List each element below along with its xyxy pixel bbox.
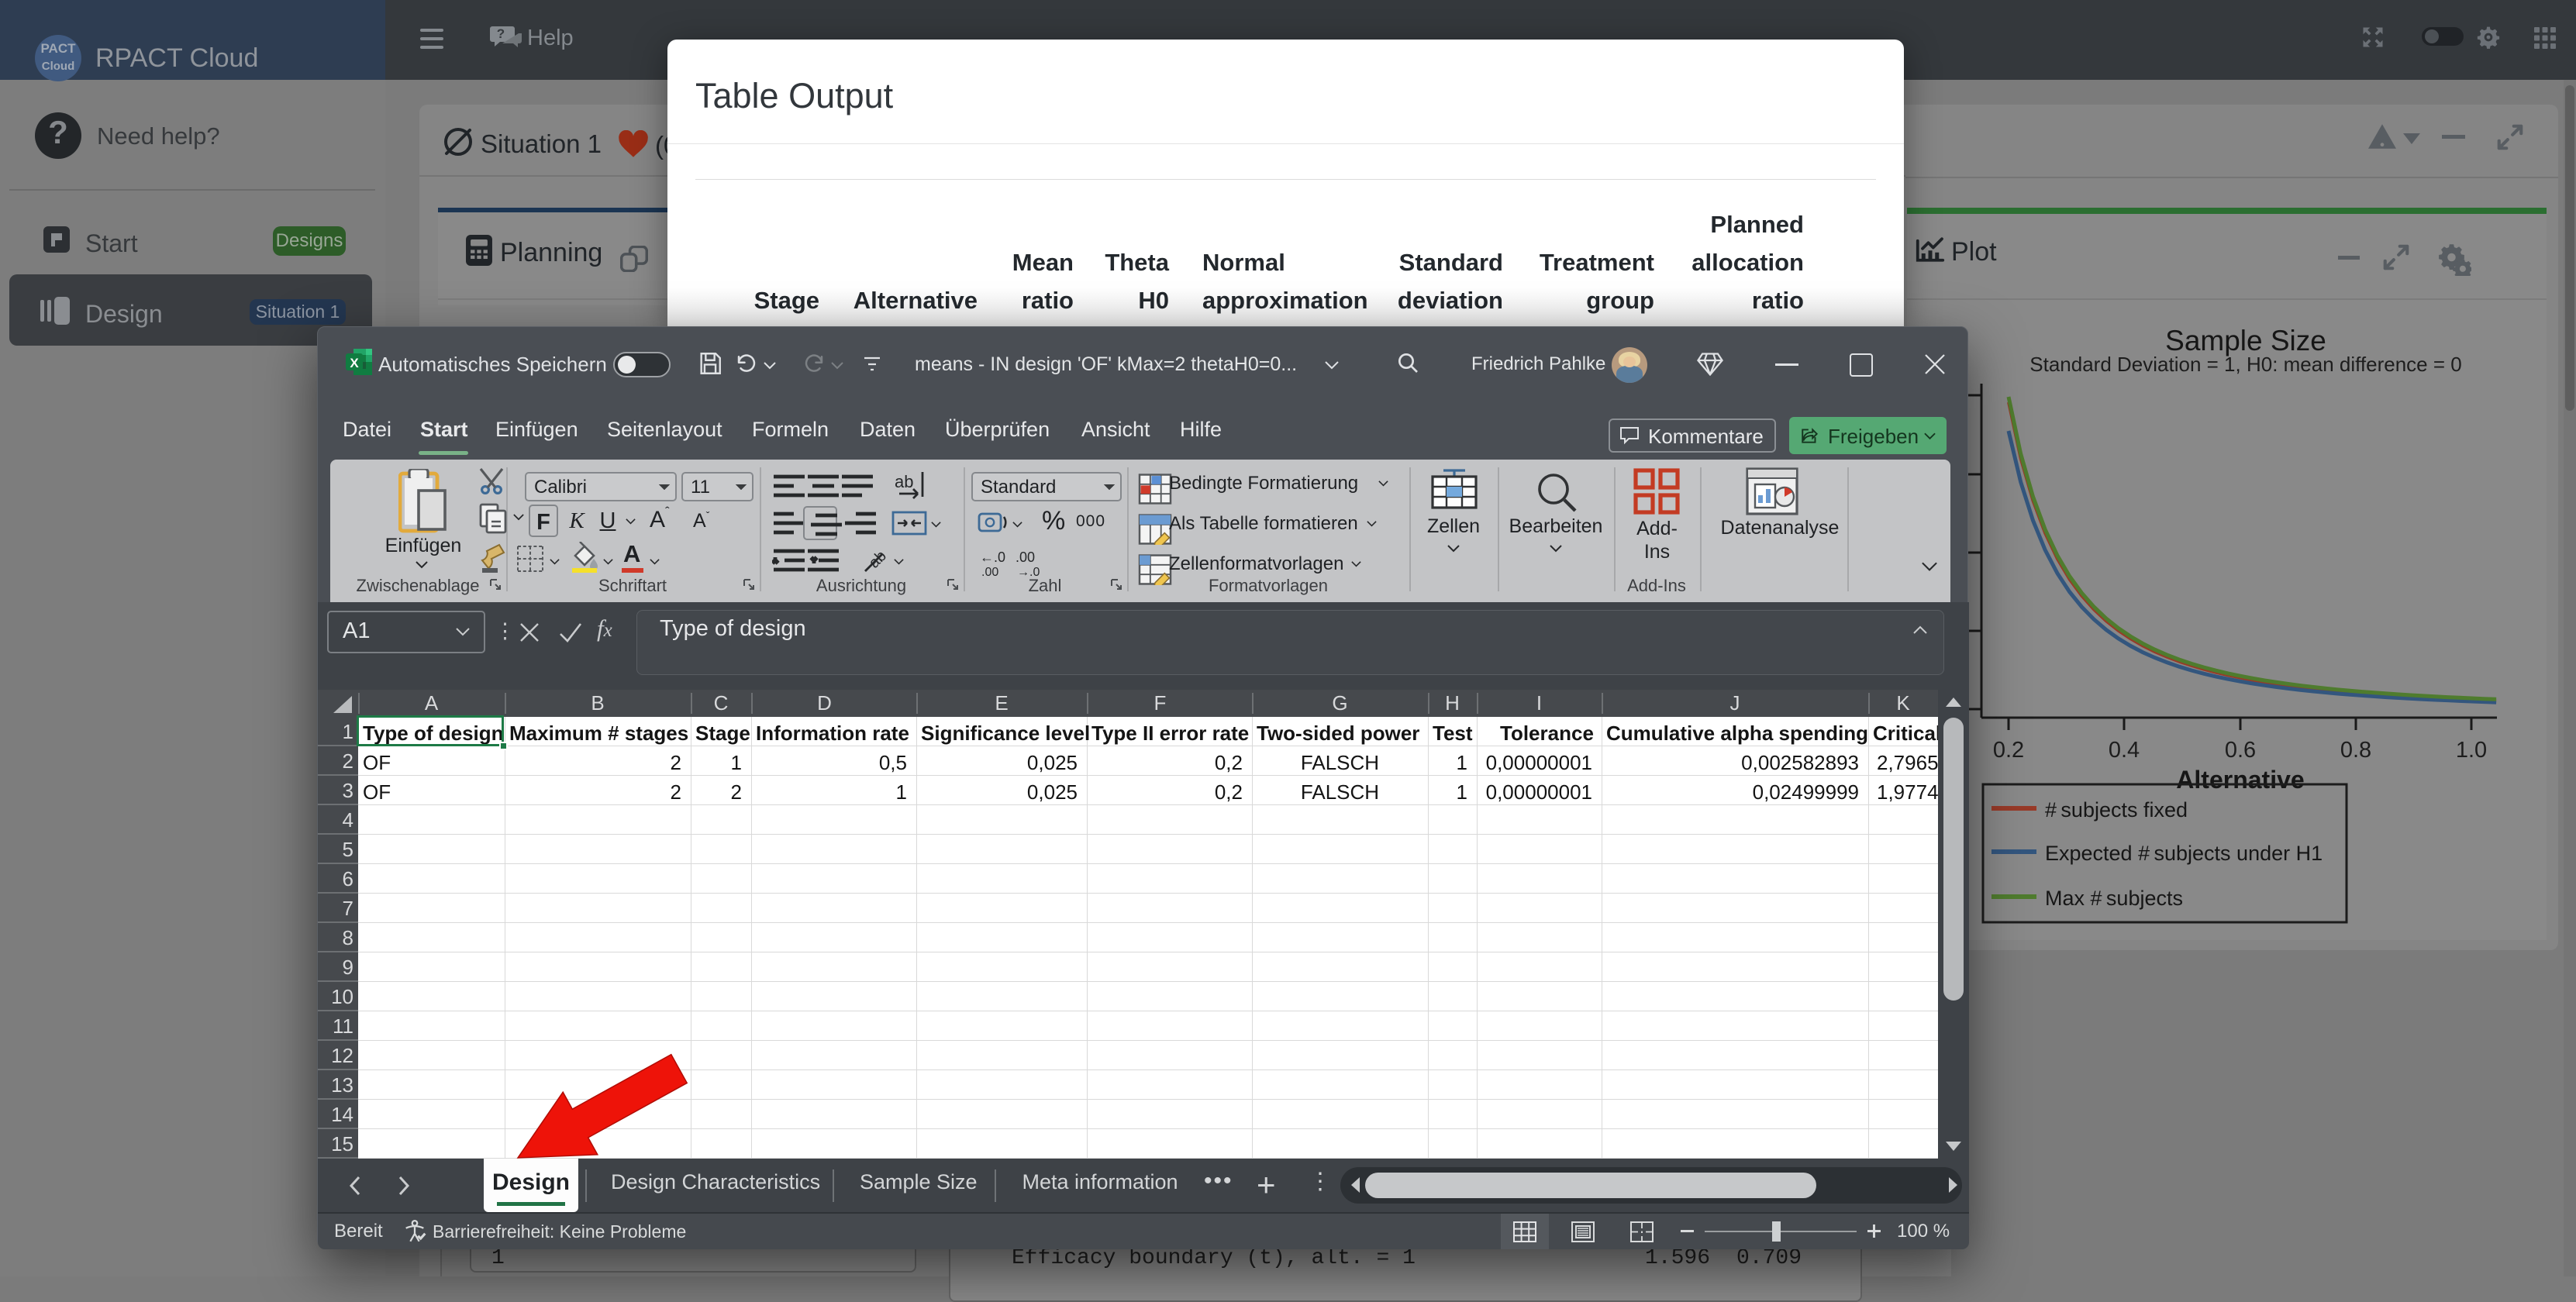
svg-text:Expected # subjects under H1: Expected # subjects under H1	[2045, 842, 2323, 865]
svg-text:.00: .00	[981, 566, 998, 577]
svg-text:?: ?	[497, 26, 505, 41]
svg-text:Alternative: Alternative	[2176, 766, 2304, 794]
svg-text:←.0: ←.0	[980, 549, 1005, 565]
svg-text:X: X	[350, 356, 359, 370]
svg-text:→.0: →.0	[1017, 566, 1040, 577]
svg-text:0.8: 0.8	[2340, 738, 2371, 763]
svg-text:1.0: 1.0	[2456, 738, 2487, 763]
svg-text:0.6: 0.6	[2225, 738, 2256, 763]
svg-text:.00: .00	[1016, 549, 1035, 565]
svg-text:# subjects fixed: # subjects fixed	[2045, 798, 2188, 822]
svg-text:0.4: 0.4	[2109, 738, 2140, 763]
svg-text:ab: ab	[895, 472, 913, 491]
svg-text:Max # subjects: Max # subjects	[2045, 887, 2183, 910]
svg-text:0.2: 0.2	[1993, 738, 2024, 763]
